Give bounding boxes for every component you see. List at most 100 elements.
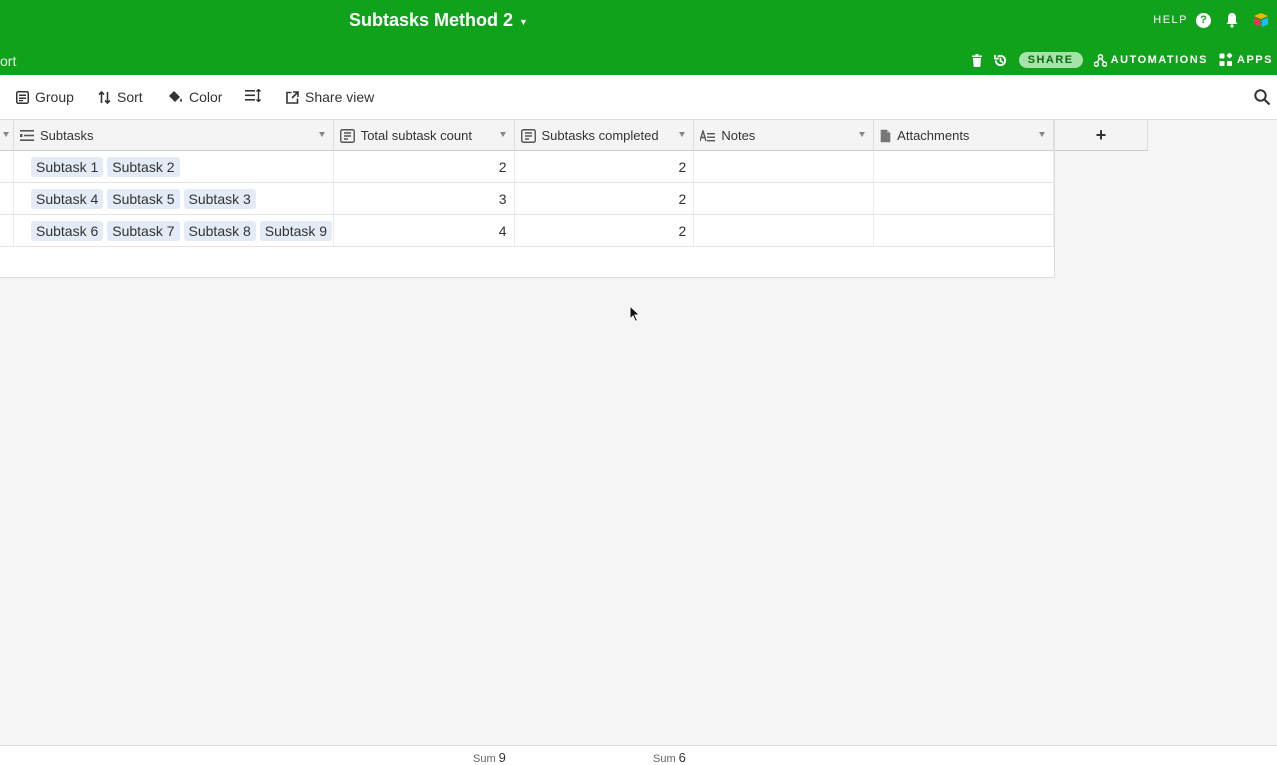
column-label: Notes	[721, 128, 756, 143]
table-row[interactable]: Subtask 4 Subtask 5 Subtask 3 3 2	[0, 183, 1054, 215]
long-text-icon	[700, 129, 716, 141]
column-label: Total subtask count	[360, 128, 472, 143]
row-height-button[interactable]	[245, 89, 261, 102]
color-label: Color	[189, 89, 223, 105]
group-label: Group	[35, 89, 74, 105]
records-grid: Subtasks Total subtask count Subtasks co…	[0, 120, 1148, 278]
total-count-cell[interactable]: 3	[334, 183, 515, 214]
linked-record-chip[interactable]: Subtask 7	[107, 220, 180, 241]
linked-record-chip[interactable]: Subtask 1	[30, 156, 104, 177]
notes-cell[interactable]	[694, 151, 875, 182]
sort-label: Sort	[117, 89, 143, 105]
linked-record-chip[interactable]: Subtask 5	[107, 188, 180, 209]
row-height-icon	[245, 89, 261, 102]
apps-button[interactable]: APPS	[1219, 53, 1273, 67]
group-icon	[16, 90, 29, 104]
column-header-attachments[interactable]: Attachments	[874, 120, 1054, 151]
view-toolbar: Group Sort Color Share view	[0, 75, 1277, 120]
attachments-cell[interactable]	[874, 183, 1054, 214]
sort-icon	[98, 90, 111, 104]
completed-count-summary[interactable]: Sum 6	[653, 750, 686, 765]
share-view-button[interactable]: Share view	[286, 89, 374, 105]
summary-value: 9	[498, 750, 506, 765]
trash-icon[interactable]	[971, 53, 982, 67]
linked-record-chip[interactable]: Subtask 6	[30, 220, 104, 241]
base-title-menu[interactable]: Subtasks Method 2 ▼	[349, 10, 528, 31]
base-title: Subtasks Method 2	[349, 10, 514, 30]
row-selector[interactable]	[0, 215, 14, 246]
attachments-cell[interactable]	[874, 151, 1054, 182]
paint-bucket-icon	[169, 91, 182, 102]
notes-cell[interactable]	[694, 215, 875, 246]
row-selector[interactable]	[0, 183, 14, 214]
share-view-label: Share view	[305, 89, 375, 105]
summary-label: Sum	[653, 753, 676, 765]
group-button[interactable]: Group	[16, 89, 74, 105]
header-subbar: ort SHARE AUTOMATIONS APPS	[0, 50, 1277, 72]
apps-icon	[1219, 53, 1233, 66]
column-header-subtasks[interactable]: Subtasks	[14, 120, 334, 151]
column-label: Attachments	[897, 128, 970, 143]
app-header: Subtasks Method 2 ▼ HELP ? ort SHARE AUT…	[0, 0, 1277, 75]
column-label: Subtasks completed	[541, 128, 659, 143]
linked-record-chip[interactable]: Subtask 3	[183, 188, 256, 209]
chevron-down-icon[interactable]	[679, 132, 686, 137]
header-actions: HELP ?	[1153, 12, 1269, 28]
automations-label: AUTOMATIONS	[1110, 54, 1209, 66]
notes-cell[interactable]	[694, 183, 875, 214]
total-count-cell[interactable]: 4	[334, 215, 515, 246]
add-field-button[interactable]: +	[1055, 120, 1148, 151]
automations-button[interactable]: AUTOMATIONS	[1093, 53, 1209, 67]
column-header-subtasks-completed[interactable]: Subtasks completed	[515, 120, 695, 151]
chevron-down-icon: ▼	[519, 17, 528, 27]
attachment-icon	[880, 129, 891, 142]
linked-record-chip[interactable]: Subtask 8	[183, 220, 256, 241]
table-row[interactable]: Subtask 6 Subtask 7 Subtask 8 Subtask 9 …	[0, 215, 1054, 247]
chevron-down-icon[interactable]	[499, 132, 506, 137]
bell-icon[interactable]	[1225, 12, 1239, 28]
table-tab[interactable]: ort	[0, 53, 16, 69]
question-icon: ?	[1196, 12, 1211, 28]
row-selector-header[interactable]	[0, 120, 14, 151]
external-link-icon	[286, 90, 299, 104]
count-icon	[520, 128, 536, 143]
history-icon[interactable]	[993, 53, 1008, 68]
count-icon	[339, 128, 355, 143]
summary-bar: Sum 9 Sum 6	[0, 745, 1277, 765]
summary-value: 6	[678, 750, 686, 765]
total-count-cell[interactable]: 2	[334, 151, 515, 182]
column-label: Subtasks	[40, 128, 94, 143]
row-selector[interactable]	[0, 151, 14, 182]
help-button[interactable]: HELP ?	[1153, 12, 1211, 28]
search-icon[interactable]	[1253, 88, 1271, 106]
help-label: HELP	[1153, 14, 1188, 26]
linked-record-chip[interactable]: Subtask 4	[30, 188, 104, 209]
attachments-cell[interactable]	[874, 215, 1054, 246]
chevron-down-icon[interactable]	[318, 132, 325, 137]
linked-record-chip[interactable]: Subtask 2	[107, 156, 180, 177]
table-row[interactable]: Subtask 1 Subtask 2 2 2	[0, 151, 1054, 183]
linked-record-icon	[20, 130, 34, 141]
column-header-row: Subtasks Total subtask count Subtasks co…	[0, 120, 1054, 151]
linked-record-chip[interactable]: Subtask 9	[259, 220, 333, 241]
completed-count-cell[interactable]: 2	[515, 215, 695, 246]
airtable-logo-icon[interactable]	[1253, 12, 1269, 28]
completed-count-cell[interactable]: 2	[515, 183, 695, 214]
automations-icon	[1093, 53, 1107, 67]
sort-button[interactable]: Sort	[98, 89, 143, 105]
subtasks-cell[interactable]: Subtask 1 Subtask 2	[14, 151, 334, 182]
chevron-down-icon	[3, 132, 9, 137]
column-header-total-subtask-count[interactable]: Total subtask count	[334, 120, 515, 151]
subtasks-cell[interactable]: Subtask 4 Subtask 5 Subtask 3	[14, 183, 334, 214]
subbar-actions: SHARE AUTOMATIONS APPS	[971, 52, 1273, 68]
chevron-down-icon[interactable]	[1039, 132, 1045, 137]
color-button[interactable]: Color	[168, 89, 222, 105]
completed-count-cell[interactable]: 2	[515, 151, 695, 182]
total-count-summary[interactable]: Sum 9	[473, 750, 506, 765]
chevron-down-icon[interactable]	[859, 132, 866, 137]
column-header-notes[interactable]: Notes	[694, 120, 875, 151]
subtasks-cell[interactable]: Subtask 6 Subtask 7 Subtask 8 Subtask 9	[14, 215, 334, 246]
apps-label: APPS	[1237, 54, 1273, 66]
add-record-row[interactable]	[0, 247, 1054, 278]
share-button[interactable]: SHARE	[1018, 52, 1083, 68]
